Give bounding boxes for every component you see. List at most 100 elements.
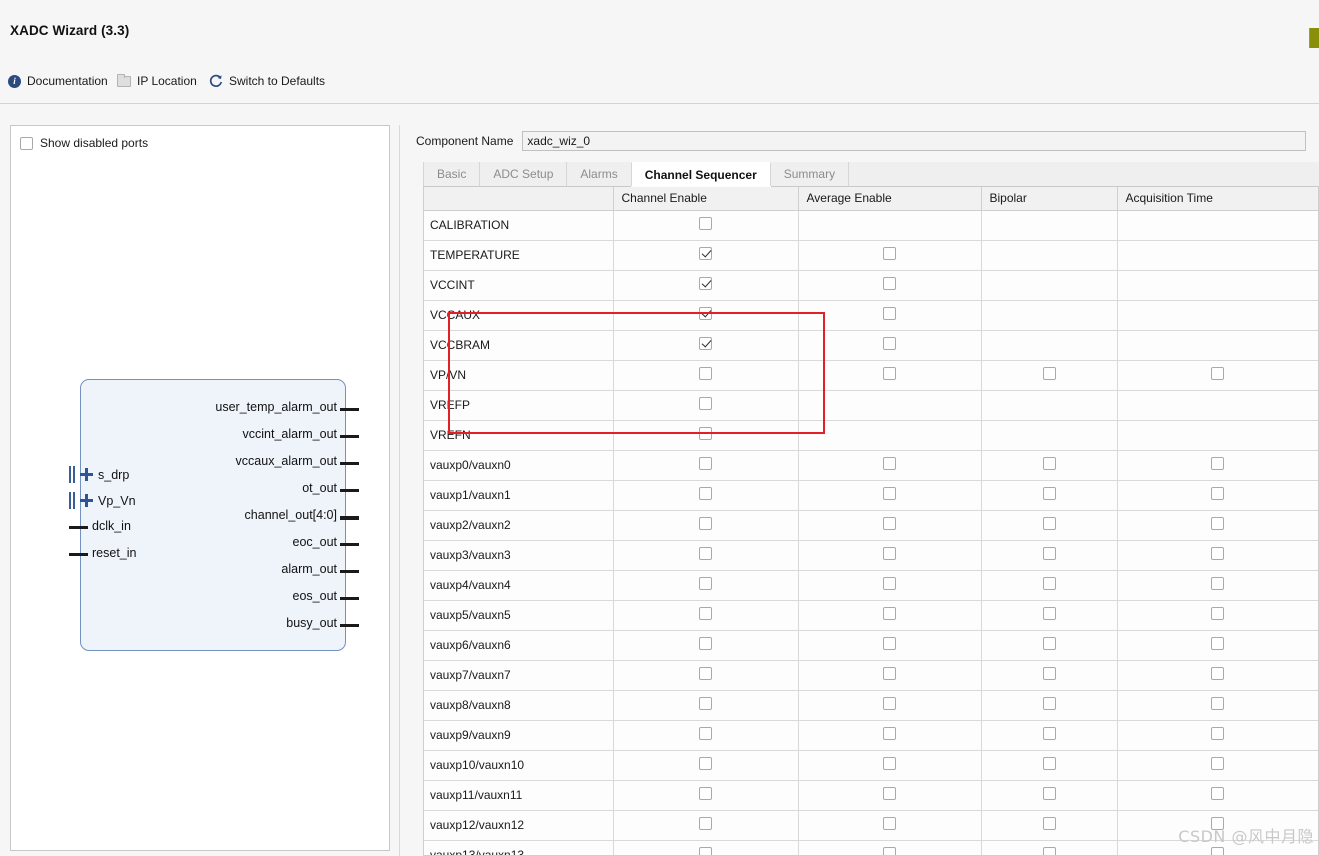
average-enable-cell[interactable]	[798, 600, 982, 631]
bipolar-checkbox[interactable]	[1042, 787, 1056, 800]
bipolar-checkbox[interactable]	[1042, 667, 1056, 680]
bipolar-checkbox[interactable]	[1042, 697, 1056, 710]
show-disabled-ports-row[interactable]: Show disabled ports	[20, 136, 148, 150]
average-enable-cell[interactable]	[798, 570, 982, 601]
bipolar-cell[interactable]	[981, 690, 1118, 721]
acquisition-time-checkbox[interactable]	[1211, 727, 1224, 740]
channel-sequencer-table-wrap[interactable]: Channel Enable Average Enable Bipolar Acqui…	[423, 187, 1319, 856]
average-enable-cell[interactable]	[798, 780, 982, 811]
average-enable-checkbox[interactable]	[883, 727, 896, 740]
tab-adc-setup[interactable]: ADC Setup	[479, 162, 568, 186]
acquisition-time-checkbox[interactable]	[1211, 787, 1224, 800]
channel-enable-checkbox[interactable]	[699, 217, 712, 230]
channel-enable-cell[interactable]	[613, 330, 799, 361]
average-enable-cell[interactable]	[798, 240, 982, 271]
acquisition-time-checkbox[interactable]	[1211, 637, 1224, 650]
channel-enable-checkbox[interactable]	[699, 517, 712, 530]
bipolar-cell[interactable]	[981, 480, 1118, 511]
channel-enable-cell[interactable]	[613, 750, 799, 781]
channel-enable-checkbox[interactable]	[699, 247, 712, 260]
expand-plus-icon[interactable]	[80, 494, 93, 507]
channel-enable-cell[interactable]	[613, 630, 799, 661]
acquisition-time-cell[interactable]	[1117, 600, 1318, 631]
channel-enable-cell[interactable]	[613, 570, 799, 601]
average-enable-cell[interactable]	[798, 300, 982, 331]
bipolar-cell[interactable]	[981, 630, 1118, 661]
acquisition-time-cell[interactable]	[1117, 570, 1318, 601]
average-enable-cell[interactable]	[798, 840, 982, 855]
bipolar-cell[interactable]	[981, 360, 1118, 391]
acquisition-time-cell[interactable]	[1117, 540, 1318, 571]
bipolar-cell[interactable]	[981, 510, 1118, 541]
channel-enable-cell[interactable]	[613, 210, 799, 241]
average-enable-checkbox[interactable]	[883, 787, 896, 800]
bipolar-checkbox[interactable]	[1042, 577, 1056, 590]
column-header-acquisition-time[interactable]: Acquisition Time	[1117, 187, 1318, 211]
switch-to-defaults-link[interactable]: Switch to Defaults	[209, 74, 325, 88]
port-vp-vn[interactable]: Vp_Vn	[69, 492, 136, 509]
bipolar-cell[interactable]	[981, 780, 1118, 811]
bipolar-checkbox[interactable]	[1042, 487, 1056, 500]
channel-enable-cell[interactable]	[613, 810, 799, 841]
bipolar-checkbox[interactable]	[1042, 847, 1056, 855]
average-enable-checkbox[interactable]	[883, 637, 896, 650]
channel-enable-cell[interactable]	[613, 240, 799, 271]
average-enable-checkbox[interactable]	[883, 697, 896, 710]
column-header-average-enable[interactable]: Average Enable	[798, 187, 982, 211]
average-enable-checkbox[interactable]	[883, 307, 896, 320]
channel-enable-checkbox[interactable]	[699, 487, 712, 500]
average-enable-checkbox[interactable]	[883, 247, 896, 260]
acquisition-time-checkbox[interactable]	[1211, 487, 1224, 500]
average-enable-checkbox[interactable]	[883, 367, 896, 380]
acquisition-time-cell[interactable]	[1117, 630, 1318, 661]
average-enable-cell[interactable]	[798, 750, 982, 781]
bipolar-cell[interactable]	[981, 660, 1118, 691]
channel-enable-cell[interactable]	[613, 480, 799, 511]
average-enable-checkbox[interactable]	[883, 457, 896, 470]
bipolar-checkbox[interactable]	[1042, 607, 1056, 620]
average-enable-checkbox[interactable]	[883, 487, 896, 500]
acquisition-time-cell[interactable]	[1117, 780, 1318, 811]
average-enable-checkbox[interactable]	[883, 757, 896, 770]
bipolar-cell[interactable]	[981, 750, 1118, 781]
bipolar-checkbox[interactable]	[1042, 457, 1056, 470]
acquisition-time-cell[interactable]	[1117, 690, 1318, 721]
bipolar-checkbox[interactable]	[1042, 367, 1056, 380]
acquisition-time-cell[interactable]	[1117, 510, 1318, 541]
average-enable-cell[interactable]	[798, 480, 982, 511]
average-enable-cell[interactable]	[798, 330, 982, 361]
average-enable-cell[interactable]	[798, 270, 982, 301]
tab-channel-sequencer[interactable]: Channel Sequencer	[630, 162, 771, 186]
bipolar-cell[interactable]	[981, 570, 1118, 601]
acquisition-time-cell[interactable]	[1117, 720, 1318, 751]
acquisition-time-checkbox[interactable]	[1211, 547, 1224, 560]
acquisition-time-checkbox[interactable]	[1211, 697, 1224, 710]
channel-enable-checkbox[interactable]	[699, 697, 712, 710]
bipolar-cell[interactable]	[981, 720, 1118, 751]
channel-enable-checkbox[interactable]	[699, 367, 712, 380]
channel-enable-checkbox[interactable]	[699, 337, 712, 350]
channel-enable-checkbox[interactable]	[699, 667, 712, 680]
channel-enable-cell[interactable]	[613, 840, 799, 855]
average-enable-cell[interactable]	[798, 810, 982, 841]
component-name-input[interactable]	[522, 131, 1307, 151]
acquisition-time-cell[interactable]	[1117, 750, 1318, 781]
channel-enable-checkbox[interactable]	[699, 397, 712, 410]
tab-alarms[interactable]: Alarms	[566, 162, 632, 186]
channel-enable-checkbox[interactable]	[699, 787, 712, 800]
average-enable-checkbox[interactable]	[883, 577, 896, 590]
channel-enable-checkbox[interactable]	[699, 577, 712, 590]
acquisition-time-checkbox[interactable]	[1211, 577, 1224, 590]
channel-enable-checkbox[interactable]	[699, 277, 712, 290]
channel-enable-cell[interactable]	[613, 690, 799, 721]
channel-enable-cell[interactable]	[613, 390, 799, 421]
channel-enable-checkbox[interactable]	[699, 307, 712, 320]
channel-enable-cell[interactable]	[613, 450, 799, 481]
documentation-link[interactable]: i Documentation	[8, 74, 108, 88]
show-disabled-ports-checkbox[interactable]	[20, 136, 33, 150]
bipolar-cell[interactable]	[981, 450, 1118, 481]
average-enable-cell[interactable]	[798, 360, 982, 391]
average-enable-cell[interactable]	[798, 720, 982, 751]
channel-enable-cell[interactable]	[613, 420, 799, 451]
bipolar-checkbox[interactable]	[1042, 517, 1056, 530]
